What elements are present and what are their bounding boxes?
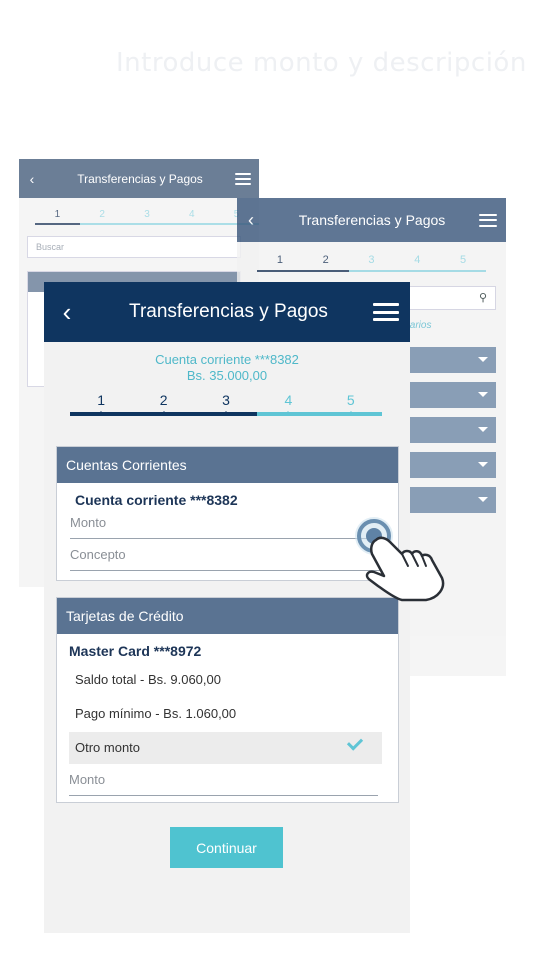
step-3: 3 [194, 392, 258, 416]
total-balance-option[interactable]: Saldo total - Bs. 9.060,00 [69, 664, 382, 696]
section-header: Tarjetas de Crédito [57, 598, 398, 634]
continue-button[interactable]: Continuar [170, 827, 283, 868]
step-indicator: 1 2 3 4 5 [35, 209, 259, 225]
checking-account-name: Cuenta corriente ***8382 [75, 492, 238, 508]
menu-icon[interactable] [373, 303, 399, 321]
back-chevron-icon[interactable]: ‹ [19, 171, 45, 187]
check-icon [346, 734, 364, 751]
step-3: 3 [124, 209, 170, 225]
step-1: 1 [35, 209, 80, 225]
step-3: 3 [348, 254, 395, 272]
other-amount-input[interactable]: Monto [69, 768, 378, 796]
step-indicator: 1 2 3 4 5 [257, 254, 486, 272]
search-input[interactable]: Buscar [27, 236, 241, 258]
checking-accounts-card: Cuentas Corrientes Cuenta corriente ***8… [56, 446, 399, 581]
step-2: 2 [132, 392, 195, 416]
step-1: 1 [257, 254, 303, 272]
top-bar: ‹ Transferencias y Pagos [19, 159, 259, 198]
step-5: 5 [440, 254, 486, 272]
back-chevron-icon[interactable]: ‹ [44, 297, 84, 328]
screen-caption: Introduce monto y descripción [116, 48, 527, 78]
source-account: Cuenta corriente ***8382 [155, 352, 299, 367]
other-amount-label: Otro monto [75, 740, 141, 755]
section-header: Cuentas Corrientes [57, 447, 398, 483]
min-payment-option[interactable]: Pago mínimo - Bs. 1.060,00 [69, 698, 382, 730]
concept-input[interactable]: Concepto [70, 543, 380, 571]
other-amount-option[interactable]: Otro monto [69, 732, 382, 764]
menu-icon[interactable] [479, 213, 497, 227]
step-4: 4 [394, 254, 441, 272]
back-chevron-icon[interactable]: ‹ [237, 210, 265, 231]
step-5: 5 [319, 392, 383, 416]
screen-title: Transferencias y Pagos [77, 171, 203, 186]
step-4: 4 [257, 392, 320, 416]
step-1: 1 [70, 392, 133, 416]
menu-icon[interactable] [235, 172, 251, 185]
source-balance: Bs. 35.000,00 [186, 368, 268, 383]
step-2: 2 [79, 209, 125, 225]
screen-title: Transferencias y Pagos [298, 212, 446, 228]
credit-card-name: Master Card ***8972 [69, 643, 202, 659]
step-4: 4 [169, 209, 215, 225]
step-indicator: 1 2 3 4 5 [70, 392, 383, 416]
search-icon: ⚲ [478, 292, 487, 304]
tap-hand-icon [355, 517, 445, 602]
main-phone: ‹ Transferencias y Pagos Cuenta corrient… [44, 282, 410, 933]
favorites-link[interactable]: tarios [407, 320, 431, 331]
top-bar: ‹ Transferencias y Pagos [44, 282, 410, 342]
screen-title: Transferencias y Pagos [129, 301, 328, 322]
step-2: 2 [302, 254, 349, 272]
amount-input[interactable]: Monto [70, 511, 380, 539]
credit-cards-card: Tarjetas de Crédito Master Card ***8972 … [56, 597, 399, 803]
top-bar: ‹ Transferencias y Pagos [237, 198, 506, 242]
